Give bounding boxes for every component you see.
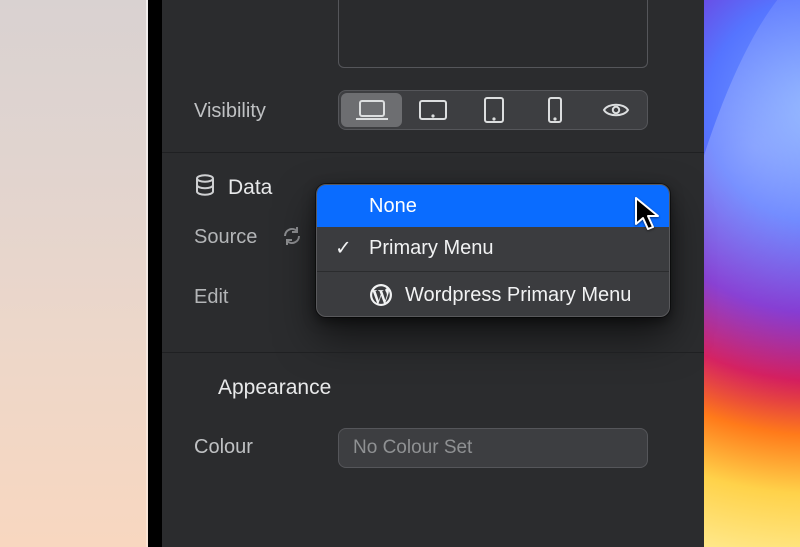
dropdown-option-label: Wordpress Primary Menu <box>405 284 631 307</box>
phone-icon <box>547 97 563 123</box>
dropdown-separator <box>317 271 669 272</box>
database-icon <box>194 174 216 202</box>
source-label: Source <box>194 226 257 249</box>
appearance-section-title: Appearance <box>218 376 331 400</box>
tablet-landscape-icon <box>418 99 448 121</box>
visibility-tablet-portrait-button[interactable] <box>463 91 524 129</box>
desktop-wallpaper-left <box>0 0 148 547</box>
edit-label: Edit <box>194 286 228 309</box>
eye-icon <box>602 101 630 119</box>
section-divider <box>162 152 704 153</box>
section-divider <box>162 352 704 353</box>
visibility-segmented-control <box>338 90 648 130</box>
source-dropdown-menu: None ✓ Primary Menu Wordpress Primary Me… <box>316 184 670 317</box>
desktop-wallpaper-right <box>704 0 800 547</box>
data-section-title: Data <box>228 176 272 200</box>
refresh-icon[interactable] <box>282 226 302 252</box>
inspector-panel: Visibility <box>162 0 704 547</box>
visibility-phone-button[interactable] <box>525 91 586 129</box>
tablet-portrait-icon <box>483 97 505 123</box>
wordpress-icon <box>369 283 393 307</box>
data-section-header: Data <box>194 174 272 202</box>
dropdown-option-wordpress-primary-menu[interactable]: Wordpress Primary Menu <box>317 274 669 316</box>
visibility-label: Visibility <box>194 100 266 123</box>
colour-field[interactable]: No Colour Set <box>338 428 648 468</box>
checkmark-icon: ✓ <box>335 236 352 261</box>
content-textbox[interactable] <box>338 0 648 68</box>
visibility-desktop-button[interactable] <box>341 93 402 127</box>
dropdown-option-primary-menu[interactable]: ✓ Primary Menu <box>317 227 669 269</box>
dropdown-option-label: Primary Menu <box>369 237 493 260</box>
colour-field-placeholder: No Colour Set <box>353 437 472 459</box>
colour-label: Colour <box>194 436 253 459</box>
dropdown-option-label: None <box>369 195 417 218</box>
panel-shadow <box>148 0 162 547</box>
visibility-preview-button[interactable] <box>586 91 647 129</box>
visibility-tablet-landscape-button[interactable] <box>402 91 463 129</box>
dropdown-option-none[interactable]: None <box>317 185 669 227</box>
laptop-icon <box>355 99 389 121</box>
